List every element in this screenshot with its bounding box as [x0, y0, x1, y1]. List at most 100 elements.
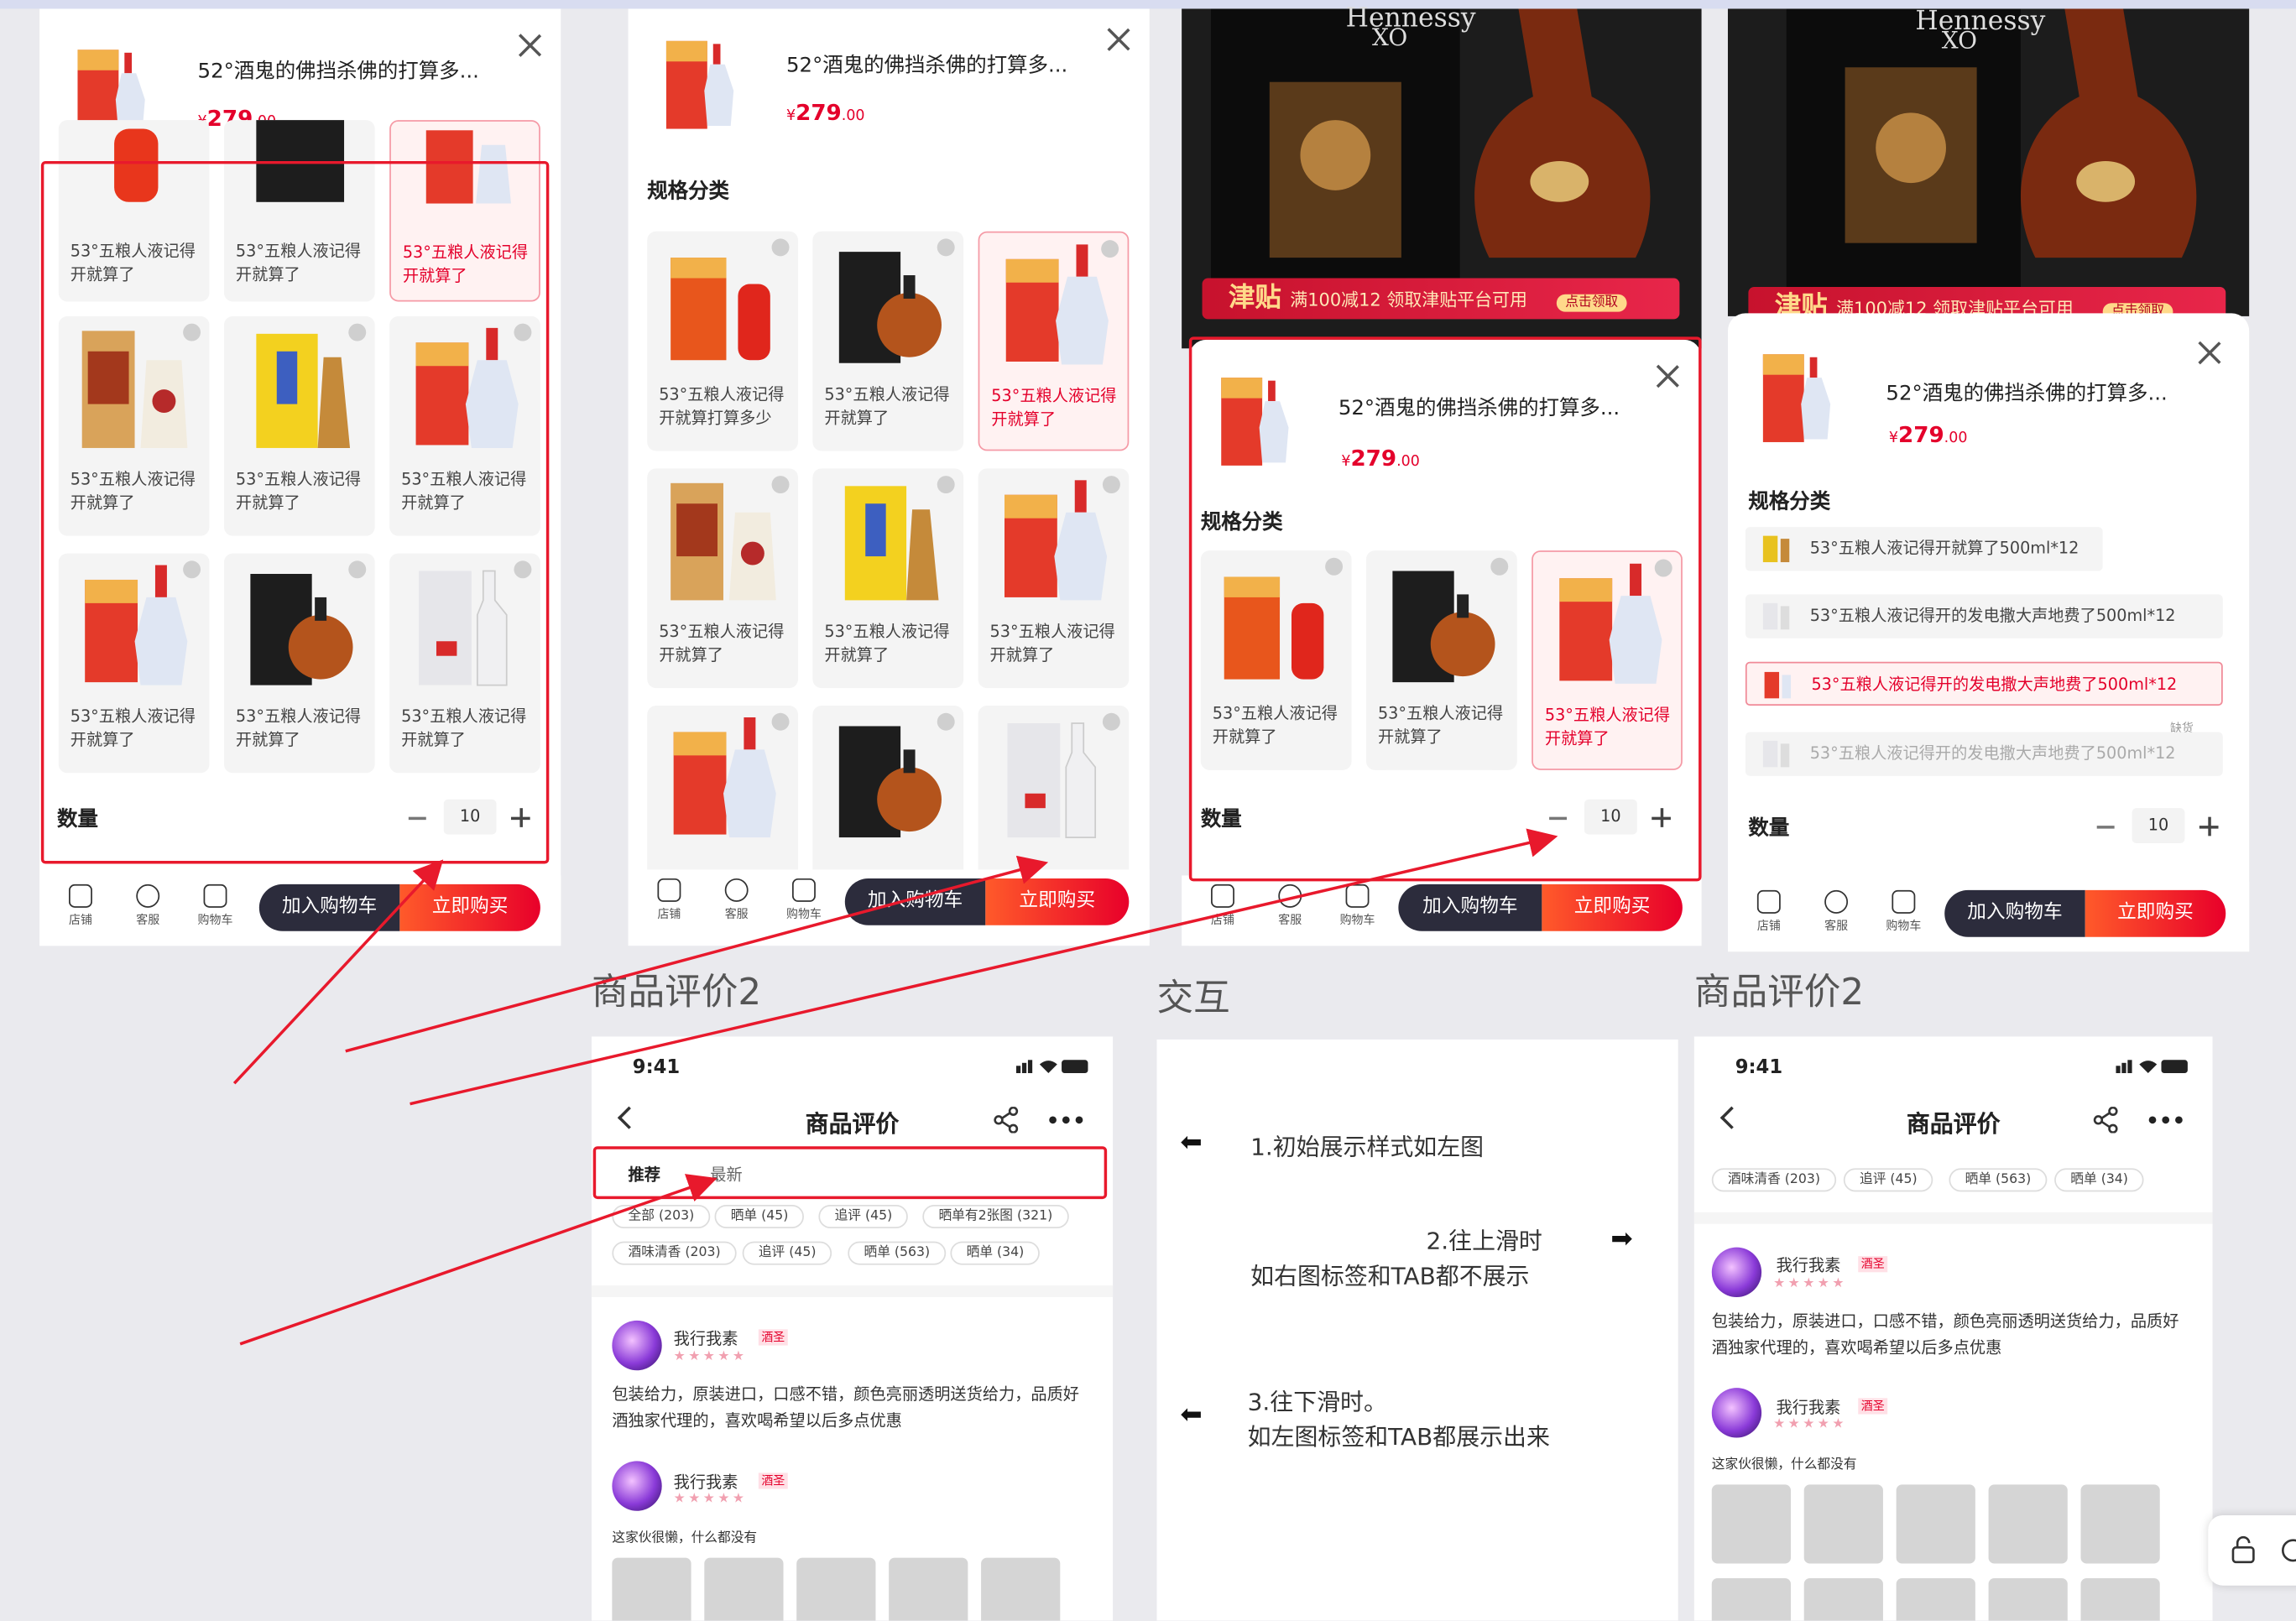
- cart-icon[interactable]: 购物车: [775, 878, 833, 928]
- note-step1: 1.初始展示样式如左图: [1250, 1133, 1485, 1161]
- review-photo[interactable]: [1711, 1484, 1792, 1564]
- service-icon[interactable]: 客服: [1260, 883, 1319, 934]
- cart-icon[interactable]: 购物车: [1874, 889, 1933, 940]
- review-photo[interactable]: [889, 1557, 968, 1621]
- cart-icon[interactable]: 购物车: [186, 883, 245, 934]
- caption-reviews-left: 商品评价2: [591, 970, 762, 1014]
- filter-chip[interactable]: 追评 (45): [742, 1241, 832, 1265]
- add-to-cart-button[interactable]: 加入购物车: [258, 883, 400, 931]
- quantity-row: 数量 10: [1728, 805, 2249, 849]
- spec-list-item-selected[interactable]: 53°五粮人液记得开的发电撒大声地费了500ml*12: [1745, 661, 2223, 706]
- filter-chip[interactable]: 晒单 (34): [950, 1241, 1041, 1265]
- filter-chip[interactable]: 晒单 (45): [714, 1205, 805, 1228]
- spec-card[interactable]: 53°五粮人液记得开就算了: [812, 231, 964, 451]
- spec-list-item-disabled: 53°五粮人液记得开的发电撒大声地费了500ml*12: [1745, 732, 2223, 776]
- buy-now-button[interactable]: 立即购买: [1542, 883, 1683, 931]
- caption-reviews-right: 商品评价2: [1693, 970, 1865, 1014]
- review-page-default: 9:41 商品评价 推荐 最新 全部 (203) 晒单 (45) 追评 (45)…: [591, 1036, 1114, 1621]
- bottom-action-bar: 店铺 客服 购物车 加入购物车 立即购买: [1727, 881, 2250, 952]
- spec-card[interactable]: 53°五粮人液记得开就算了: [647, 468, 798, 689]
- status-bar: 9:41: [1694, 1036, 2213, 1089]
- review-photo[interactable]: [1988, 1484, 2068, 1564]
- floating-toolbar[interactable]: [2208, 1514, 2296, 1586]
- user-name: 我行我素: [1776, 1256, 1841, 1275]
- filter-chip[interactable]: 酒味清香 (203): [612, 1241, 737, 1265]
- spec-list-item[interactable]: 53°五粮人液记得开的发电撒大声地费了500ml*12: [1745, 594, 2223, 638]
- store-icon[interactable]: 店铺: [51, 883, 110, 934]
- spec-card[interactable]: 53°五粮人液记得开就算了: [978, 468, 1130, 689]
- cart-icon[interactable]: 购物车: [1328, 883, 1387, 934]
- note-step3-title: 3.往下滑时。: [1247, 1388, 1387, 1416]
- promo-strip[interactable]: 津贴 满100减12 领取津贴平台可用 点击领取: [1202, 278, 1680, 320]
- filter-chip[interactable]: 晒单 (563): [848, 1241, 947, 1265]
- settings-icon[interactable]: [2278, 1535, 2296, 1565]
- buy-now-button[interactable]: 立即购买: [399, 883, 540, 931]
- review-photo[interactable]: [796, 1557, 876, 1621]
- more-icon[interactable]: [1048, 1116, 1083, 1124]
- buy-now-button[interactable]: 立即购买: [2085, 889, 2226, 937]
- product-title: 52°酒鬼的佛挡杀佛的打算多...: [197, 60, 479, 84]
- service-icon[interactable]: 客服: [1807, 889, 1866, 940]
- service-icon[interactable]: 客服: [707, 878, 766, 928]
- bottom-action-bar: 店铺 客服 购物车 加入购物车 立即购买: [1182, 875, 1702, 946]
- product-price: ¥279.00: [1888, 421, 1968, 448]
- filter-chip[interactable]: 追评 (45): [1843, 1168, 1933, 1192]
- share-icon[interactable]: [2092, 1107, 2118, 1134]
- store-icon[interactable]: 店铺: [1740, 889, 1798, 940]
- review-photo[interactable]: [1803, 1578, 1883, 1621]
- product-title: 52°酒鬼的佛挡杀佛的打算多...: [786, 54, 1068, 78]
- page-title: 商品评价: [805, 1109, 900, 1138]
- close-icon[interactable]: [1105, 26, 1131, 52]
- user-badge: 酒圣: [758, 1329, 788, 1346]
- filter-chip[interactable]: 全部 (203): [612, 1205, 711, 1228]
- minus-icon[interactable]: [2096, 826, 2115, 828]
- product-banner: Hennessy XO 津贴 满100减12 领取津贴平台可用 点击领取: [1182, 3, 1702, 349]
- spec-card[interactable]: 53°五粮人液记得开就算打算多少: [647, 231, 798, 451]
- buy-now-button[interactable]: 立即购买: [985, 878, 1130, 925]
- review-photo[interactable]: [704, 1557, 784, 1621]
- review-text: 包装给力，原装进口，口感不错，颜色亮丽透明送货给力，品质好酒独家代理的，喜欢喝希…: [612, 1384, 1079, 1431]
- review-photo[interactable]: [981, 1557, 1061, 1621]
- divider: [1693, 1212, 2213, 1224]
- plus-icon[interactable]: [2199, 816, 2219, 837]
- spec-list-item[interactable]: 53°五粮人液记得开就算了500ml*12: [1745, 527, 2103, 571]
- review-photo[interactable]: [2080, 1484, 2160, 1564]
- add-to-cart-button[interactable]: 加入购物车: [1944, 889, 2085, 937]
- annotation-box-spec: [40, 160, 550, 864]
- review-photo[interactable]: [1896, 1578, 1975, 1621]
- review-photo[interactable]: [1803, 1484, 1883, 1564]
- banner-brand: Hennessy: [1915, 5, 2046, 37]
- note-step2-title: 2.往上滑时: [1426, 1227, 1542, 1255]
- close-icon[interactable]: [2196, 340, 2222, 366]
- more-icon[interactable]: [2148, 1116, 2184, 1124]
- add-to-cart-button[interactable]: 加入购物车: [844, 878, 986, 925]
- filter-chip[interactable]: 晒单 (34): [2054, 1168, 2145, 1192]
- add-to-cart-button[interactable]: 加入购物车: [1398, 883, 1542, 931]
- design-canvas: 52°酒鬼的佛挡杀佛的打算多... ¥279.00 53°五粮人液记得开就算了 …: [0, 0, 2296, 1621]
- spec-card[interactable]: 53°五粮人液记得开就算了: [812, 468, 964, 689]
- arrow-left-icon: ⬅: [1180, 1127, 1203, 1159]
- review-photo[interactable]: [2080, 1578, 2160, 1621]
- review-photo[interactable]: [1896, 1484, 1975, 1564]
- filter-chip[interactable]: 酒味清香 (203): [1711, 1168, 1837, 1192]
- product-thumbnail: [660, 32, 752, 138]
- review-photo[interactable]: [1711, 1578, 1792, 1621]
- review-photo[interactable]: [612, 1557, 691, 1621]
- spec-card-selected[interactable]: 53°五粮人液记得开就算了: [978, 231, 1130, 451]
- filter-chip[interactable]: 晒单 (563): [1949, 1168, 2048, 1192]
- lock-icon[interactable]: [2229, 1535, 2258, 1565]
- close-icon[interactable]: [517, 32, 543, 58]
- quantity-input[interactable]: 10: [2132, 808, 2185, 844]
- store-icon[interactable]: 店铺: [640, 878, 699, 928]
- review-photo[interactable]: [1988, 1578, 2068, 1621]
- user-name: 我行我素: [673, 1329, 738, 1349]
- avatar: [612, 1320, 662, 1371]
- service-icon[interactable]: 客服: [118, 883, 177, 934]
- banner-model: XO: [1941, 26, 1978, 55]
- user-badge: 酒圣: [1858, 1398, 1888, 1415]
- store-icon[interactable]: 店铺: [1193, 883, 1252, 934]
- product-price: ¥279.00: [786, 99, 865, 127]
- share-icon[interactable]: [993, 1107, 1019, 1134]
- filter-chip[interactable]: 追评 (45): [818, 1205, 909, 1228]
- filter-chip[interactable]: 晒单有2张图 (321): [922, 1205, 1069, 1228]
